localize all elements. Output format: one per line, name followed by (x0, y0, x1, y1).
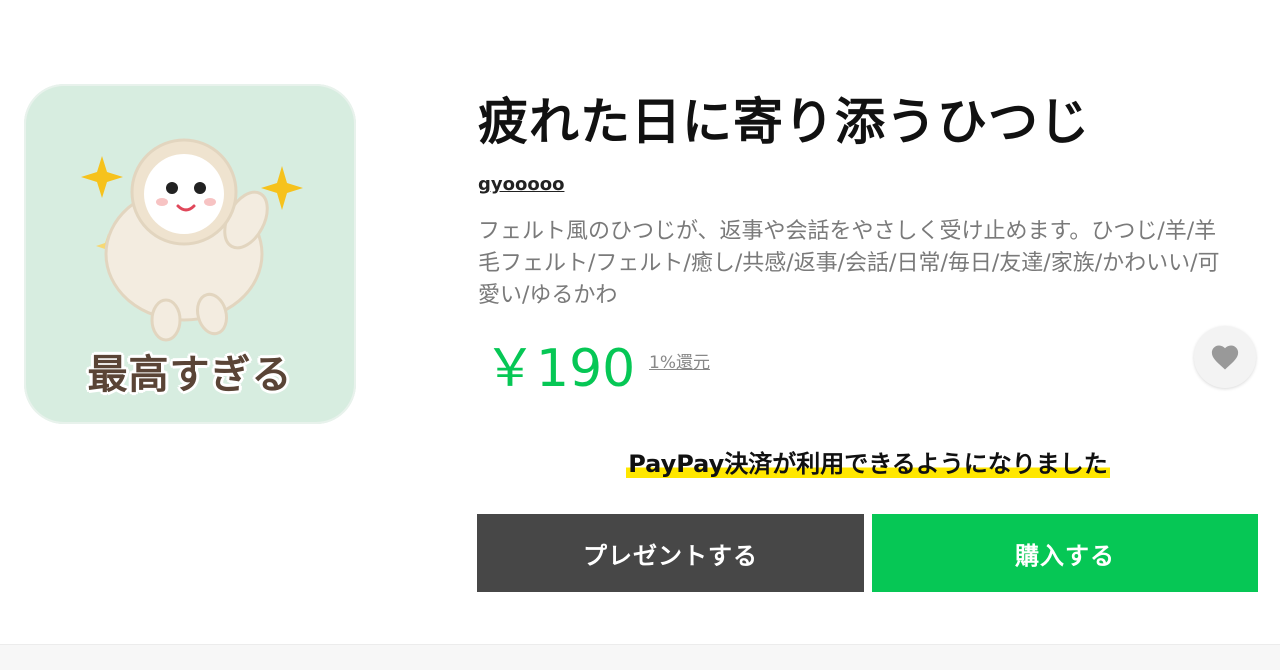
sticker-caption: 最高すぎる (87, 352, 293, 398)
sticker-thumbnail[interactable]: 最高すぎる (24, 84, 356, 424)
author-link[interactable]: gyooooo (478, 174, 564, 195)
heart-icon (1211, 345, 1239, 370)
product-description: フェルト風のひつじが、返事や会話をやさしく受け止めます。ひつじ/羊/羊毛フェルト… (478, 219, 1220, 308)
sparkle-icon (81, 156, 123, 198)
paypay-notice-text: PayPay決済が利用できるようになりました (626, 450, 1110, 478)
sticker-product-page: 最高すぎる 疲れた日に寄り添うひつじ gyooooo フェルト風のひつじが、返事… (0, 0, 1280, 670)
price: ￥190 (484, 339, 636, 399)
cashback-link[interactable]: 1%還元 (649, 348, 710, 373)
buy-button[interactable]: 購入する (872, 514, 1258, 592)
favorite-button[interactable] (1194, 326, 1256, 388)
bottom-divider (0, 644, 1280, 670)
paypay-notice: PayPay決済が利用できるようになりました (478, 444, 1258, 479)
product-title: 疲れた日に寄り添うひつじ (478, 93, 1090, 151)
gift-button[interactable]: プレゼントする (477, 514, 864, 592)
